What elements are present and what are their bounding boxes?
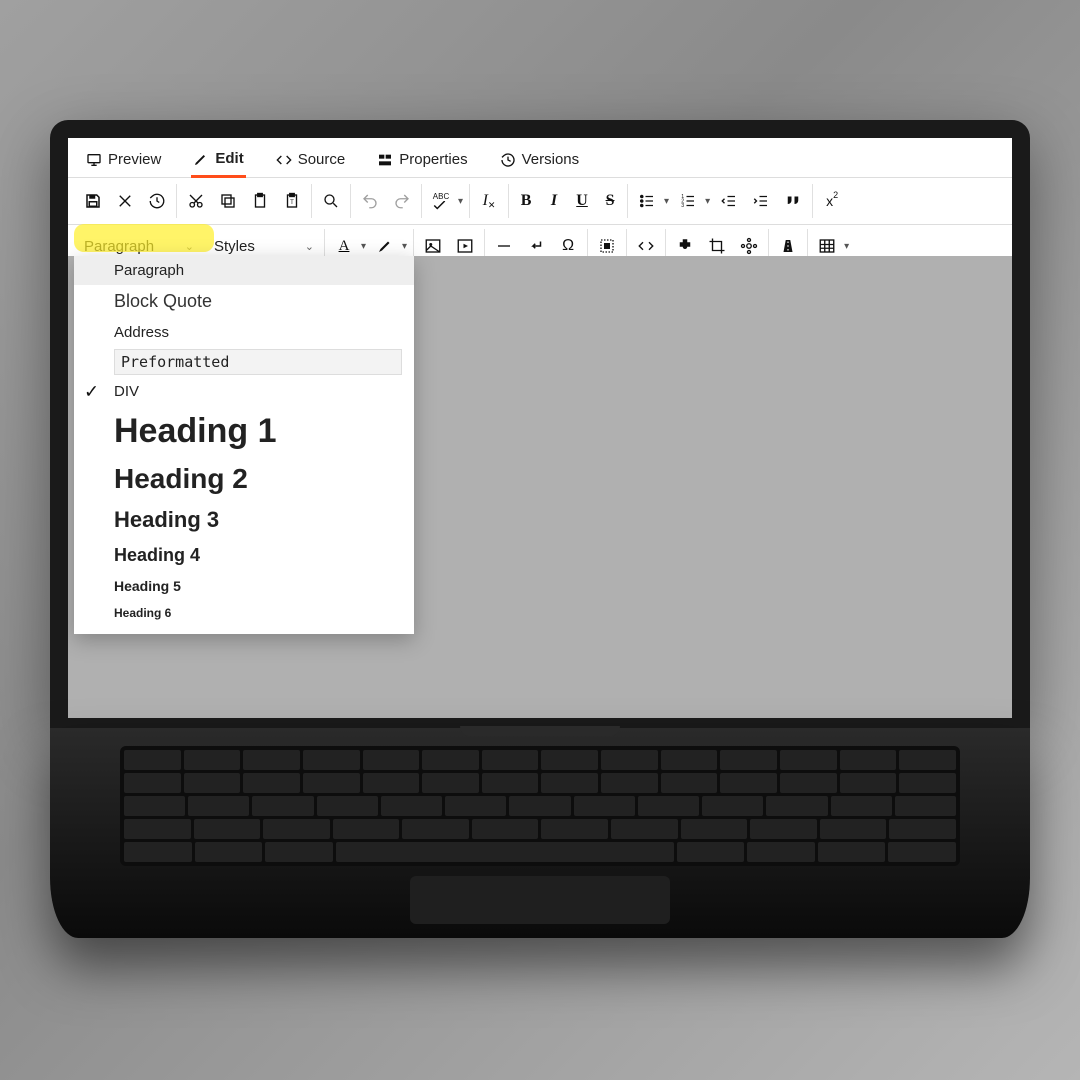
copy-button[interactable] (215, 188, 241, 214)
indent-button[interactable] (748, 188, 774, 214)
app-screen: Preview Edit Source Properties Versions (68, 138, 1012, 718)
tab-versions[interactable]: Versions (498, 145, 582, 176)
menu-item-preformatted[interactable]: Preformatted (114, 349, 402, 375)
numbered-list-button[interactable]: 123 (675, 188, 701, 214)
remove-format-button[interactable]: I✕ (476, 188, 502, 214)
chevron-down-icon: ⌄ (185, 240, 194, 253)
laptop-keyboard (120, 746, 960, 866)
code-icon (276, 152, 292, 168)
svg-text:3: 3 (681, 203, 684, 209)
superscript-button[interactable]: x2 (819, 188, 845, 214)
chevron-down-icon[interactable]: ▾ (361, 241, 366, 252)
blockquote-button[interactable] (780, 188, 806, 214)
properties-icon (377, 152, 393, 168)
laptop-trackpad (410, 876, 670, 924)
restore-button[interactable] (144, 188, 170, 214)
strike-button[interactable]: S (599, 188, 621, 214)
paste-text-button[interactable]: T (279, 188, 305, 214)
menu-item-h3[interactable]: Heading 3 (74, 501, 414, 539)
laptop-mockup: Preview Edit Source Properties Versions (50, 120, 1030, 938)
chevron-down-icon[interactable]: ▾ (844, 241, 849, 252)
spellcheck-button[interactable]: ABC (428, 188, 454, 214)
bold-button[interactable]: B (515, 188, 537, 214)
chevron-down-icon[interactable]: ▾ (705, 196, 710, 207)
italic-button[interactable]: I (543, 188, 565, 214)
redo-button[interactable] (389, 188, 415, 214)
cut-button[interactable] (183, 188, 209, 214)
chevron-down-icon[interactable]: ▾ (458, 196, 463, 207)
underline-button[interactable]: U (571, 188, 593, 214)
styles-value: Styles (214, 238, 255, 255)
format-dropdown-menu: Paragraph Block Quote Address Preformatt… (74, 256, 414, 634)
tab-label: Edit (215, 150, 243, 167)
menu-item-paragraph[interactable]: Paragraph (74, 256, 414, 285)
paste-button[interactable] (247, 188, 273, 214)
menu-item-h2[interactable]: Heading 2 (74, 457, 414, 501)
laptop-base (50, 728, 1030, 938)
menu-item-blockquote[interactable]: Block Quote (74, 285, 414, 318)
menu-item-address[interactable]: Address (74, 318, 414, 347)
tab-source[interactable]: Source (274, 145, 348, 176)
menu-item-h5[interactable]: Heading 5 (74, 572, 414, 600)
chevron-down-icon[interactable]: ▾ (664, 196, 669, 207)
chevron-down-icon[interactable]: ▾ (402, 241, 407, 252)
menu-item-h1[interactable]: Heading 1 (74, 406, 414, 457)
check-icon: ✓ (84, 381, 99, 402)
bullet-list-button[interactable] (634, 188, 660, 214)
pencil-icon (193, 151, 209, 167)
mode-tabs: Preview Edit Source Properties Versions (68, 138, 1012, 178)
toolbar-row-1: T ABC ▾ I✕ (68, 178, 1012, 225)
tab-label: Properties (399, 151, 467, 168)
menu-item-h6[interactable]: Heading 6 (74, 600, 414, 626)
history-icon (500, 152, 516, 168)
tab-edit[interactable]: Edit (191, 144, 245, 178)
find-button[interactable] (318, 188, 344, 214)
tab-label: Source (298, 151, 346, 168)
outdent-button[interactable] (716, 188, 742, 214)
tab-preview[interactable]: Preview (84, 145, 163, 176)
menu-item-h4[interactable]: Heading 4 (74, 539, 414, 572)
chevron-down-icon: ⌄ (305, 240, 314, 253)
screen-bezel: Preview Edit Source Properties Versions (50, 120, 1030, 728)
format-value: Paragraph (84, 238, 154, 255)
save-button[interactable] (80, 188, 106, 214)
tab-properties[interactable]: Properties (375, 145, 469, 176)
svg-text:T: T (290, 200, 294, 206)
monitor-icon (86, 152, 102, 168)
cancel-button[interactable] (112, 188, 138, 214)
tab-label: Versions (522, 151, 580, 168)
undo-button[interactable] (357, 188, 383, 214)
menu-item-div[interactable]: ✓ DIV (74, 377, 414, 406)
tab-label: Preview (108, 151, 161, 168)
